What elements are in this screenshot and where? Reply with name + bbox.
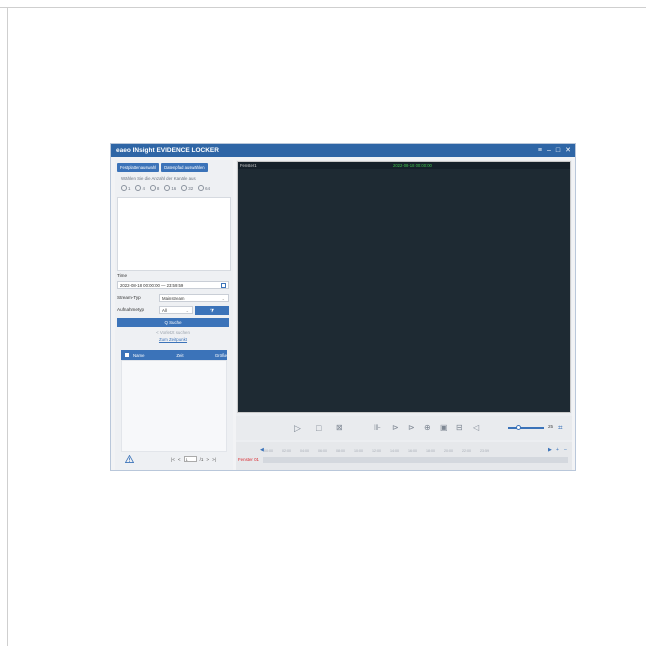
page-border-left — [7, 7, 8, 646]
timeline: ◀ 00:00 02:00 04:00 06:00 08:00 10:00 12… — [236, 442, 572, 470]
radio-1[interactable]: 1 — [121, 185, 130, 191]
previous-search-link[interactable]: < Vorletzt suchen — [117, 330, 229, 335]
playback-toolbar: ▷ □ ⊠ ⊪ ⊳ ⊳ ⊕ ▣ ⊟ ◁ 25 ⌗ — [236, 416, 572, 440]
slow-play-icon[interactable]: ⊪ — [374, 416, 381, 440]
frame-step-icon[interactable]: ⊳ — [408, 416, 415, 440]
player-panel: Fenster1 2022-08-18 00:00:00 ▷ □ ⊠ ⊪ ⊳ ⊳… — [236, 160, 572, 470]
next-page-button[interactable]: > — [206, 457, 209, 462]
record-type-select[interactable]: All ⌄ — [159, 306, 193, 314]
radio-4[interactable]: 4 — [135, 185, 145, 191]
warning-icon[interactable] — [125, 455, 134, 463]
search-button[interactable]: Q Suche — [117, 318, 229, 327]
radio-32[interactable]: 32 — [181, 185, 193, 191]
data-path-button[interactable]: Datenpfad auswählen — [161, 163, 208, 172]
first-page-button[interactable]: |< — [171, 457, 175, 462]
timeline-track[interactable] — [263, 457, 568, 463]
close-icon[interactable]: ✕ — [565, 144, 571, 157]
zoom-icon[interactable]: ⊕ — [424, 416, 431, 440]
chevron-down-icon: ⌄ — [221, 296, 225, 301]
fullscreen-icon[interactable]: ⌗ — [558, 416, 563, 440]
title-bar: eaeo INsight EVIDENCE LOCKER ≡ – □ ✕ — [111, 144, 575, 157]
page-border-top — [0, 7, 646, 8]
channel-count-radios: 1 4 8 16 32 64 — [121, 185, 210, 191]
record-type-label: Aufnahmetyp — [117, 307, 145, 312]
radio-16[interactable]: 16 — [164, 185, 176, 191]
chevron-down-icon: ⌄ — [185, 308, 189, 313]
page-total: /1 — [199, 456, 204, 462]
radio-8[interactable]: 8 — [149, 185, 159, 191]
col-time[interactable]: Zeit — [157, 353, 203, 358]
results-table-body — [121, 360, 227, 452]
timeline-right-icon[interactable]: ▶ — [548, 447, 552, 453]
window-controls: ≡ – □ ✕ — [538, 144, 571, 157]
radio-64[interactable]: 64 — [198, 185, 210, 191]
go-to-timepoint-link[interactable]: Zum Zeitpunkt — [117, 337, 229, 342]
calendar-icon[interactable] — [221, 283, 226, 288]
snapshot-icon[interactable]: ▣ — [440, 416, 448, 440]
video-timestamp: 2022-08-18 00:00:00 — [393, 163, 432, 168]
track-name: Fenster 01 — [238, 457, 259, 462]
prev-page-button[interactable]: < — [178, 457, 181, 462]
zoom-in-icon[interactable]: + — [556, 447, 559, 453]
channel-hint: Wählen Sie die Anzahl der Kanäle aus — [121, 176, 196, 181]
last-page-button[interactable]: >| — [212, 457, 216, 462]
fast-play-icon[interactable]: ⊳ — [392, 416, 399, 440]
play-icon[interactable]: ▷ — [294, 416, 301, 440]
col-size[interactable]: Größe — [203, 353, 227, 358]
minimize-icon[interactable]: – — [547, 144, 551, 157]
split-screen-icon[interactable]: ⊠ — [336, 416, 343, 440]
channel-list[interactable] — [117, 197, 231, 271]
stop-icon[interactable]: □ — [316, 416, 321, 440]
zoom-out-icon[interactable]: – — [564, 447, 567, 453]
maximize-icon[interactable]: □ — [556, 144, 560, 157]
select-all-checkbox[interactable] — [125, 353, 129, 357]
volume-value: 25 — [548, 424, 554, 429]
volume-slider[interactable] — [508, 425, 544, 430]
search-panel: Festplattenauswahl Datenpfad auswählen W… — [115, 160, 233, 470]
clip-icon[interactable]: ⊟ — [456, 416, 463, 440]
results-table-header: Name Zeit Größe — [121, 350, 227, 360]
video-viewport[interactable]: Fenster1 2022-08-18 00:00:00 — [237, 161, 571, 413]
time-label: Time — [117, 273, 128, 278]
pagination: |< < 1 /1 > >| — [171, 456, 216, 462]
volume-icon[interactable]: ◁ — [473, 416, 479, 440]
time-range-field[interactable]: 2022-08-18 00:00:00 — 23:59:59 — [117, 281, 229, 289]
filter-button[interactable]: ⧩ — [195, 306, 229, 315]
volume-slider-handle[interactable] — [516, 425, 521, 430]
menu-icon[interactable]: ≡ — [538, 144, 542, 157]
video-header: Fenster1 2022-08-18 00:00:00 — [238, 162, 570, 169]
stream-type-select[interactable]: Mainstream ⌄ — [159, 294, 229, 302]
col-name[interactable]: Name — [133, 353, 157, 358]
app-title: eaeo INsight EVIDENCE LOCKER — [116, 147, 219, 154]
timeline-ticks: 00:00 02:00 04:00 06:00 08:00 10:00 12:0… — [264, 449, 489, 453]
disk-select-button[interactable]: Festplattenauswahl — [117, 163, 160, 172]
stream-type-label: Stream-Typ — [117, 295, 141, 300]
app-window: eaeo INsight EVIDENCE LOCKER ≡ – □ ✕ Fes… — [110, 143, 576, 471]
window-label: Fenster1 — [240, 163, 257, 168]
page-input[interactable]: 1 — [183, 456, 197, 462]
